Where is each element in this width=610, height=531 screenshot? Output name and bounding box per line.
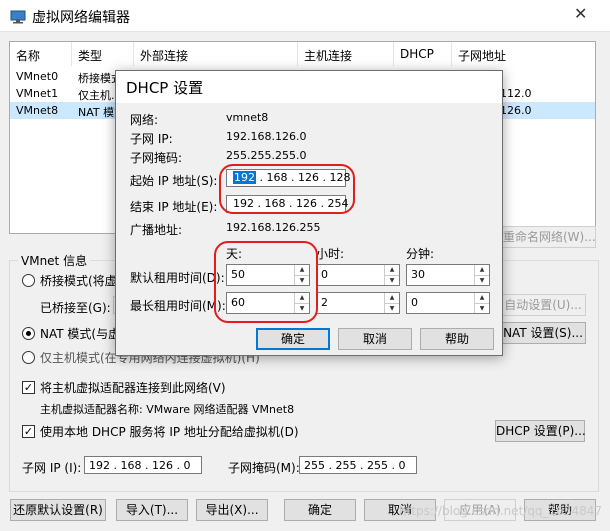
dialog-cancel-button[interactable]: 取消 <box>338 328 412 350</box>
dialog-ok-button[interactable]: 确定 <box>256 328 330 350</box>
spin-up-icon[interactable]: ▲ <box>385 293 399 303</box>
spin-up-icon[interactable]: ▲ <box>475 293 489 303</box>
row-name: VMnet0 <box>16 70 59 83</box>
window-title: 虚拟网络编辑器 <box>32 10 130 26</box>
default-lease-label: 默认租用时间(D): <box>130 271 225 285</box>
start-ip-label: 起始 IP 地址(S): <box>130 174 218 188</box>
vmnet-info-label: VMnet 信息 <box>18 252 91 269</box>
max-lease-label: 最长租用时间(M): <box>130 299 226 313</box>
dhcp-settings-dialog: DHCP 设置 网络: vmnet8 子网 IP: 192.168.126.0 … <box>115 70 503 356</box>
network-label: 网络: <box>130 113 159 127</box>
spinner-arrows[interactable]: ▲ ▼ <box>384 293 399 313</box>
subnet-ip-label: 子网 IP (I): <box>22 461 82 475</box>
spin-down-icon[interactable]: ▼ <box>475 275 489 285</box>
broadcast-label: 广播地址: <box>130 223 183 237</box>
host-only-radio[interactable] <box>22 351 35 364</box>
window-title-bar: 虚拟网络编辑器 ✕ <box>0 0 610 32</box>
column-header-host[interactable]: 主机连接 <box>298 42 394 66</box>
subnet-mask-value: 255.255.255.0 <box>226 149 307 162</box>
nat-mode-radio[interactable] <box>22 327 35 340</box>
subnet-mask-label: 子网掩码: <box>130 151 183 165</box>
bridged-mode-radio[interactable] <box>22 274 35 287</box>
rename-network-button[interactable]: 重命名网络(W)... <box>502 226 596 248</box>
bridged-to-label: 已桥接至(G): <box>40 301 111 315</box>
subnet-ip-value: 192.168.126.0 <box>226 130 307 143</box>
dialog-title: DHCP 设置 <box>126 79 204 97</box>
dialog-title-bar: DHCP 设置 <box>116 71 502 103</box>
spinner-value: 30 <box>411 268 425 281</box>
vmware-network-icon <box>10 10 26 24</box>
row-subnet: 126.0 <box>500 104 532 117</box>
row-subnet: 112.0 <box>500 87 532 100</box>
watermark: https://blog.csdn.net/qq_1634847 <box>398 504 602 518</box>
spin-down-icon[interactable]: ▼ <box>385 275 399 285</box>
column-header-dhcp[interactable]: DHCP <box>394 42 452 66</box>
spin-up-icon[interactable]: ▲ <box>385 265 399 275</box>
hours-label: 小时: <box>316 247 345 261</box>
annotation-ip-range-highlight <box>219 164 355 214</box>
spin-up-icon[interactable]: ▲ <box>475 265 489 275</box>
import-button[interactable]: 导入(T)... <box>116 499 188 521</box>
spinner-arrows[interactable]: ▲ ▼ <box>474 265 489 285</box>
spinner-arrows[interactable]: ▲ ▼ <box>474 293 489 313</box>
spinner-value: 0 <box>321 268 328 281</box>
row-name: VMnet8 <box>16 104 59 117</box>
nat-settings-button[interactable]: NAT 设置(S)... <box>500 322 586 344</box>
use-dhcp-checkbox[interactable]: ✓ <box>22 425 35 438</box>
export-button[interactable]: 导出(X)... <box>196 499 268 521</box>
column-header-type[interactable]: 类型 <box>72 42 134 66</box>
default-lease-hours-spinner[interactable]: 0 ▲ ▼ <box>316 264 400 286</box>
connect-adapter-checkbox[interactable]: ✓ <box>22 381 35 394</box>
max-lease-hours-spinner[interactable]: 2 ▲ ▼ <box>316 292 400 314</box>
dialog-help-button[interactable]: 帮助 <box>420 328 494 350</box>
adapter-name-label: 主机虚拟适配器名称: VMware 网络适配器 VMnet8 <box>40 403 295 416</box>
auto-settings-button[interactable]: 自动设置(U)... <box>500 294 586 316</box>
spinner-arrows[interactable]: ▲ ▼ <box>384 265 399 285</box>
dhcp-settings-button[interactable]: DHCP 设置(P)... <box>495 420 586 442</box>
spinner-value: 2 <box>321 296 328 309</box>
annotation-lease-days-highlight <box>214 241 318 323</box>
row-name: VMnet1 <box>16 87 59 100</box>
subnet-mask-input[interactable]: 255 . 255 . 255 . 0 <box>299 456 417 474</box>
spin-down-icon[interactable]: ▼ <box>385 303 399 313</box>
subnet-ip-input[interactable]: 192 . 168 . 126 . 0 <box>84 456 202 474</box>
broadcast-value: 192.168.126.255 <box>226 221 321 234</box>
max-lease-minutes-spinner[interactable]: 0 ▲ ▼ <box>406 292 490 314</box>
minutes-label: 分钟: <box>406 247 435 261</box>
column-header-external[interactable]: 外部连接 <box>134 42 298 66</box>
spin-down-icon[interactable]: ▼ <box>475 303 489 313</box>
default-lease-minutes-spinner[interactable]: 30 ▲ ▼ <box>406 264 490 286</box>
end-ip-label: 结束 IP 地址(E): <box>130 200 218 214</box>
close-icon[interactable]: ✕ <box>574 4 587 23</box>
column-header-name[interactable]: 名称 <box>10 42 72 66</box>
subnet-mask-label: 子网掩码(M): <box>228 461 300 475</box>
spinner-value: 0 <box>411 296 418 309</box>
restore-defaults-button[interactable]: 还原默认设置(R) <box>10 499 106 521</box>
connect-adapter-label[interactable]: 将主机虚拟适配器连接到此网络(V) <box>40 379 226 396</box>
subnet-ip-label: 子网 IP: <box>130 132 173 146</box>
use-dhcp-label[interactable]: 使用本地 DHCP 服务将 IP 地址分配给虚拟机(D) <box>40 423 299 440</box>
column-header-subnet[interactable]: 子网地址 <box>452 42 595 66</box>
network-value: vmnet8 <box>226 111 269 124</box>
ok-button[interactable]: 确定 <box>284 499 356 521</box>
